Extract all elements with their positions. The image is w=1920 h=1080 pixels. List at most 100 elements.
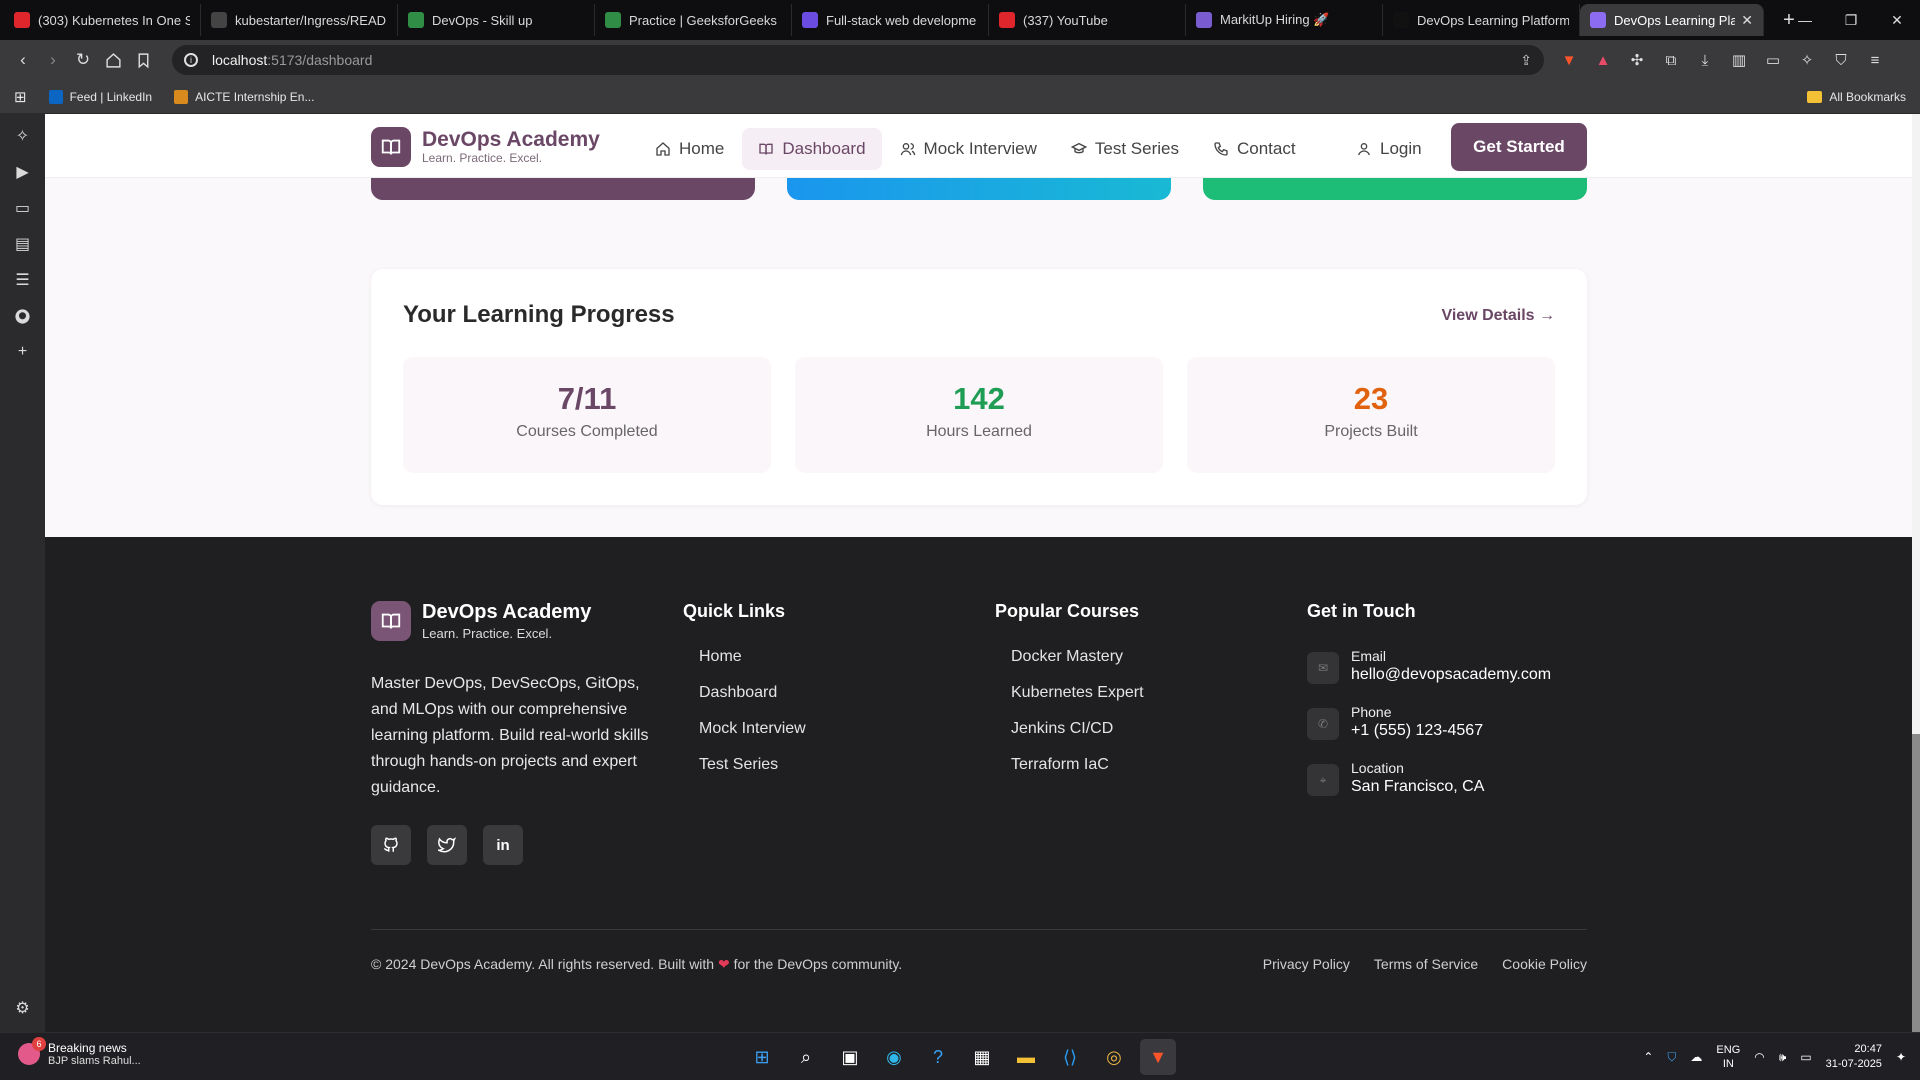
bookmarks-sidebar-icon[interactable]: ▤ bbox=[0, 226, 45, 262]
linkedin-icon[interactable]: in bbox=[483, 825, 523, 865]
extensions-area: ▼ ▲ ✣ ⧉ ⤓ ▥ ▭ ✧ ⛉ ≡ bbox=[1558, 49, 1886, 71]
bookmark-item[interactable]: AICTE Internship En... bbox=[174, 89, 315, 104]
browser-tab[interactable]: (303) Kubernetes In One S bbox=[4, 4, 201, 36]
browser-tab[interactable]: Practice | GeeksforGeeks | bbox=[595, 4, 792, 36]
browser-tab[interactable]: DevOps Learning Plat ✕ bbox=[1580, 4, 1764, 36]
playlist-icon[interactable]: ▶ bbox=[0, 154, 45, 190]
bookmark-button[interactable] bbox=[128, 45, 158, 75]
vpn-icon[interactable]: ⛉ bbox=[1830, 49, 1852, 71]
tray-chevron-icon[interactable]: ⌃ bbox=[1643, 1050, 1653, 1064]
site-info-icon[interactable]: i bbox=[184, 53, 198, 67]
store-icon[interactable]: ▦ bbox=[964, 1039, 1000, 1075]
legal-link[interactable]: Privacy Policy bbox=[1263, 956, 1350, 972]
stat-label: Courses Completed bbox=[516, 423, 658, 440]
clock[interactable]: 20:47 31-07-2025 bbox=[1826, 1042, 1882, 1072]
nav-item-dashboard[interactable]: Dashboard bbox=[742, 128, 882, 170]
brave-icon[interactable]: ▼ bbox=[1140, 1039, 1176, 1075]
contact-value[interactable]: +1 (555) 123-4567 bbox=[1351, 720, 1483, 742]
footer-quick-link[interactable]: Dashboard bbox=[683, 684, 806, 720]
menu-icon[interactable]: ≡ bbox=[1864, 49, 1886, 71]
notifications-icon[interactable]: ✦ bbox=[1896, 1050, 1906, 1064]
brand[interactable]: DevOps Academy Learn. Practice. Excel. bbox=[371, 127, 600, 167]
nav-item-home[interactable]: Home bbox=[639, 128, 740, 170]
forward-button[interactable]: › bbox=[38, 45, 68, 75]
contact-value[interactable]: hello@devopsacademy.com bbox=[1351, 664, 1551, 686]
footer-course-link[interactable]: Terraform IaC bbox=[995, 756, 1144, 792]
footer-course-link[interactable]: Docker Mastery bbox=[995, 648, 1144, 684]
leo-ai-icon[interactable]: ✧ bbox=[1796, 49, 1818, 71]
browser-tab[interactable]: (337) YouTube bbox=[989, 4, 1186, 36]
wifi-icon[interactable]: ◠ bbox=[1754, 1050, 1764, 1064]
brave-shields-icon[interactable]: ▼ bbox=[1558, 49, 1580, 71]
browser-tab[interactable]: DevOps - Skill up bbox=[398, 4, 595, 36]
user-icon bbox=[1358, 143, 1370, 156]
restore-button[interactable]: ❐ bbox=[1828, 0, 1874, 40]
nav-item-contact[interactable]: Contact bbox=[1197, 128, 1312, 170]
twitter-icon[interactable] bbox=[427, 825, 467, 865]
footer-course-link[interactable]: Kubernetes Expert bbox=[995, 684, 1144, 720]
apps-grid-icon[interactable]: ⊞ bbox=[14, 88, 27, 106]
url-host: localhost bbox=[212, 52, 268, 68]
download-icon[interactable]: ⤓ bbox=[1694, 49, 1716, 71]
wallet-icon[interactable]: ▭ bbox=[1762, 49, 1784, 71]
edge-icon[interactable]: ◉ bbox=[876, 1039, 912, 1075]
quick-links-column: Quick Links Home Dashboard Mock Interview T… bbox=[683, 601, 806, 792]
onedrive-icon[interactable]: ☁ bbox=[1690, 1050, 1702, 1064]
vscode-icon[interactable]: ⟨⟩ bbox=[1052, 1039, 1088, 1075]
defender-icon[interactable]: ⛉ bbox=[1667, 1050, 1676, 1065]
search-icon[interactable]: ⌕ bbox=[788, 1039, 824, 1075]
file-explorer-icon[interactable]: ▬ bbox=[1008, 1039, 1044, 1075]
github-sidebar-icon[interactable] bbox=[0, 298, 45, 334]
github-icon[interactable] bbox=[371, 825, 411, 865]
wallet-sidebar-icon[interactable]: ▭ bbox=[0, 190, 45, 226]
login-link[interactable]: Login bbox=[1342, 128, 1436, 170]
view-details-link[interactable]: View Details → bbox=[1441, 307, 1555, 325]
legal-link[interactable]: Terms of Service bbox=[1374, 956, 1478, 972]
home-button[interactable] bbox=[98, 45, 128, 75]
add-panel-icon[interactable]: + bbox=[0, 334, 45, 370]
windows-start-icon[interactable]: ⊞ bbox=[744, 1039, 780, 1075]
task-view-icon[interactable]: ▣ bbox=[832, 1039, 868, 1075]
nav-item-mock-interview[interactable]: Mock Interview bbox=[884, 128, 1053, 170]
volume-icon[interactable]: 🕪 bbox=[1779, 1050, 1787, 1065]
bookmark-label: AICTE Internship En... bbox=[195, 89, 315, 104]
extensions-icon[interactable]: ✣ bbox=[1626, 49, 1648, 71]
screenshot-icon[interactable]: ⧉ bbox=[1660, 49, 1682, 71]
footer-course-link[interactable]: Jenkins CI/CD bbox=[995, 720, 1144, 756]
help-icon[interactable]: ? bbox=[920, 1039, 956, 1075]
nav-item-test-series[interactable]: Test Series bbox=[1055, 128, 1195, 170]
back-button[interactable]: ‹ bbox=[8, 45, 38, 75]
all-bookmarks[interactable]: All Bookmarks bbox=[1807, 90, 1906, 104]
footer-quick-link[interactable]: Mock Interview bbox=[683, 720, 806, 756]
page-scrollbar[interactable] bbox=[1912, 114, 1920, 1032]
brave-rewards-icon[interactable]: ▲ bbox=[1592, 49, 1614, 71]
close-window-button[interactable]: ✕ bbox=[1874, 0, 1920, 40]
leo-sidebar-icon[interactable]: ✧ bbox=[0, 118, 45, 154]
news-widget[interactable]: 6 Breaking news BJP slams Rahul... bbox=[18, 1037, 141, 1067]
sidebar-toggle-icon[interactable]: ▥ bbox=[1728, 49, 1750, 71]
bookmark-item[interactable]: Feed | LinkedIn bbox=[48, 89, 152, 104]
share-icon[interactable]: ⇪ bbox=[1520, 52, 1532, 69]
browser-tab[interactable]: MarkitUp Hiring 🚀 bbox=[1186, 4, 1383, 36]
address-bar[interactable]: i localhost:5173/dashboard ⇪ bbox=[172, 45, 1544, 75]
scrollbar-thumb[interactable] bbox=[1912, 734, 1920, 1032]
contact-value[interactable]: San Francisco, CA bbox=[1351, 776, 1484, 798]
browser-tab[interactable]: DevOps Learning Platform bbox=[1383, 4, 1580, 36]
language-indicator[interactable]: ENG IN bbox=[1716, 1043, 1740, 1071]
reading-list-icon[interactable]: ☰ bbox=[0, 262, 45, 298]
legal-link[interactable]: Cookie Policy bbox=[1502, 956, 1587, 972]
minimize-button[interactable]: — bbox=[1782, 0, 1828, 40]
close-tab-icon[interactable]: ✕ bbox=[1735, 12, 1753, 29]
reload-button[interactable]: ↻ bbox=[68, 45, 98, 75]
clock-date: 31-07-2025 bbox=[1825, 1058, 1882, 1070]
footer-quick-link[interactable]: Home bbox=[683, 648, 806, 684]
tab-title: DevOps Learning Plat bbox=[1614, 12, 1736, 28]
sidebar-settings-icon[interactable]: ⚙ bbox=[0, 990, 45, 1026]
browser-tab[interactable]: Full-stack web developme bbox=[792, 4, 989, 36]
browser-tab[interactable]: kubestarter/Ingress/READ bbox=[201, 4, 398, 36]
footer-quick-link[interactable]: Test Series bbox=[683, 756, 806, 792]
get-started-button[interactable]: Get Started bbox=[1451, 123, 1587, 171]
social-links: in bbox=[371, 825, 661, 865]
battery-icon[interactable]: ▭ bbox=[1800, 1050, 1811, 1064]
chrome-icon[interactable]: ◎ bbox=[1096, 1039, 1132, 1075]
